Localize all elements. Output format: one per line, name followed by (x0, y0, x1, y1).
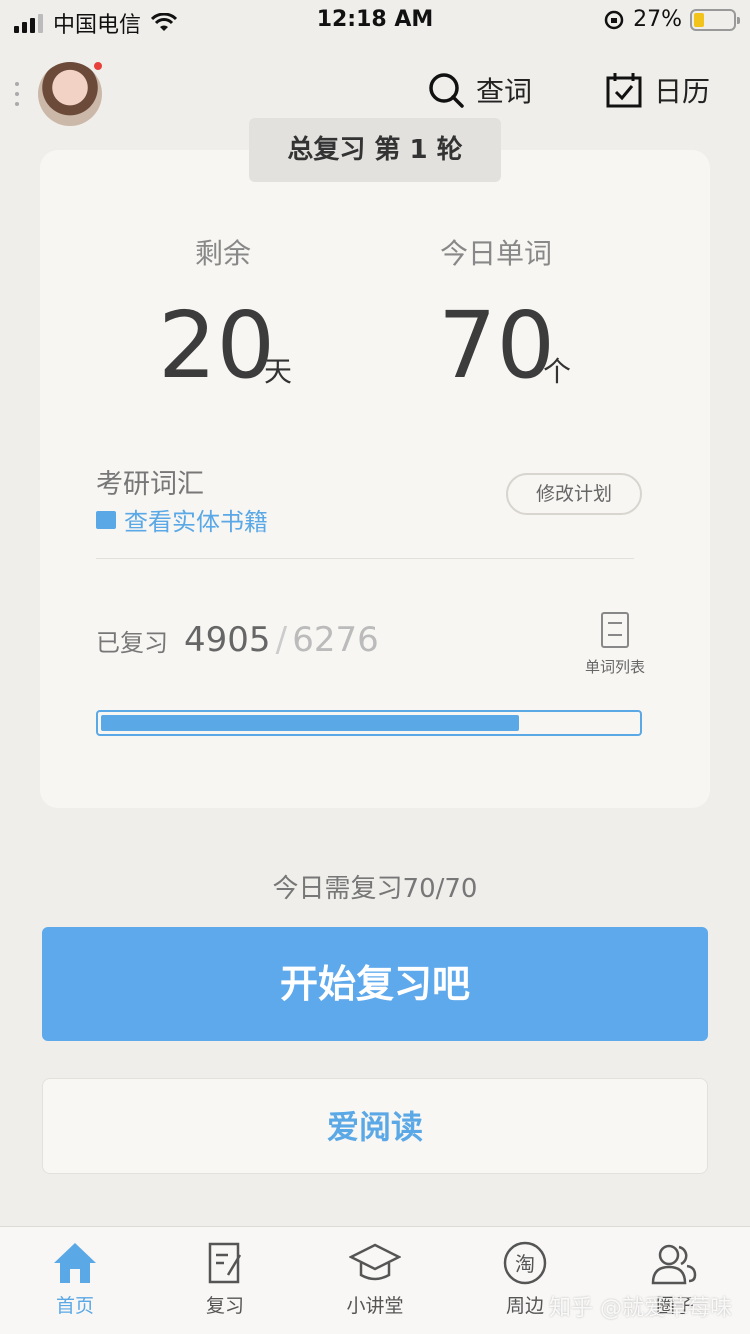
home-icon (54, 1243, 96, 1283)
today-words-unit: 个 (543, 355, 572, 388)
plan-card: 剩余 20 天 今日单词 70 个 考研词汇 查看实体书籍 修改计划 已复习 4… (40, 150, 710, 808)
divider (96, 558, 634, 559)
start-review-button[interactable]: 开始复习吧 (42, 927, 708, 1041)
rotation-lock-icon (604, 10, 624, 29)
round-tab: 总复习 第 1 轮 (249, 118, 501, 182)
total-count: 6276 (292, 620, 379, 660)
battery-percent: 27% (633, 7, 682, 32)
users-icon (651, 1244, 697, 1285)
tab-review-label: 复习 (205, 1295, 244, 1317)
calendar-label: 日历 (654, 75, 711, 108)
notification-dot (92, 60, 104, 72)
tab-home[interactable]: 首页 (0, 1227, 150, 1334)
more-icon[interactable] (15, 82, 19, 106)
reviewed-label: 已复习 (96, 629, 168, 657)
today-need-text: 今日需复习70/70 (272, 874, 478, 904)
modify-plan-button[interactable]: 修改计划 (506, 473, 642, 515)
status-bar: 中国电信 12:18 AM 27% (0, 0, 750, 40)
tab-home-label: 首页 (55, 1295, 94, 1317)
search-icon (429, 73, 464, 108)
tab-merch-label: 周边 (505, 1295, 544, 1317)
tab-review[interactable]: 复习 (150, 1227, 300, 1334)
book-icon (96, 510, 116, 529)
book-name: 考研词汇 (96, 469, 204, 500)
word-list-label: 单词列表 (584, 658, 645, 676)
tab-lecture-label: 小讲堂 (346, 1295, 404, 1317)
remaining-label: 剩余 (195, 237, 252, 270)
today-words-label: 今日单词 (440, 237, 553, 270)
review-progress-bar (96, 710, 642, 736)
watermark: 知乎 @就爱草莓味 (549, 1296, 732, 1321)
view-book-link[interactable]: 查看实体书籍 (96, 502, 268, 537)
tab-lecture[interactable]: 小讲堂 (300, 1227, 450, 1334)
progress-fill (101, 715, 520, 731)
reading-button[interactable]: 爱阅读 (42, 1078, 708, 1174)
remaining-unit: 天 (264, 355, 293, 388)
remaining-days: 20 (158, 292, 276, 399)
graduation-cap-icon (349, 1243, 401, 1281)
word-list-button[interactable]: 单词列表 (580, 612, 650, 677)
reviewed-count: 4905 (184, 620, 271, 660)
search-button[interactable]: 查词 (428, 70, 532, 110)
review-icon (208, 1242, 242, 1284)
svg-text:淘: 淘 (515, 1252, 535, 1276)
battery-icon (690, 8, 740, 31)
taobao-icon: 淘 (503, 1241, 547, 1285)
reviewed-stats: 已复习 4905 / 6276 (96, 620, 379, 660)
avatar[interactable] (38, 60, 104, 126)
calendar-button[interactable]: 日历 (606, 70, 710, 110)
search-label: 查词 (476, 75, 533, 108)
reviewed-separator: / (275, 620, 288, 660)
word-list-icon (601, 612, 629, 648)
today-words-count: 70 (438, 292, 556, 399)
view-book-label: 查看实体书籍 (124, 508, 268, 536)
calendar-icon (606, 73, 642, 108)
